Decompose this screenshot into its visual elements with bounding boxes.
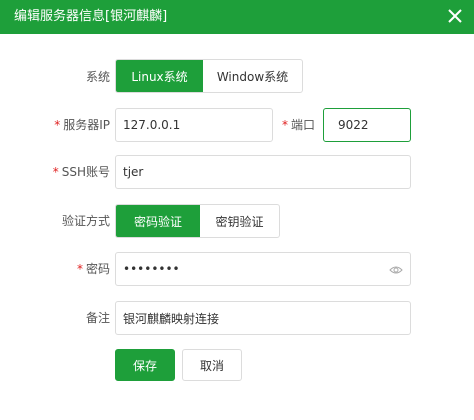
port-value: 9022 xyxy=(338,118,369,132)
eye-icon[interactable] xyxy=(389,264,403,274)
system-label-text: 系统 xyxy=(85,70,110,84)
save-button[interactable]: 保存 xyxy=(115,349,175,381)
auth-method-label: 验证方式 xyxy=(0,213,110,229)
server-ip-label-text: 服务器IP xyxy=(63,118,110,132)
required-mark: * xyxy=(54,118,61,132)
ssh-account-label: * SSH账号 xyxy=(0,164,110,180)
port-label-text: 端口 xyxy=(290,118,315,132)
system-selector: Linux系统 Window系统 xyxy=(115,59,303,93)
auth-option-password[interactable]: 密码验证 xyxy=(116,205,200,237)
ssh-account-value: tjer xyxy=(123,165,144,179)
required-mark: * xyxy=(52,165,59,179)
ssh-account-input[interactable]: tjer xyxy=(115,155,411,189)
password-label: * 密码 xyxy=(0,261,110,277)
port-input[interactable]: 9022 xyxy=(323,108,411,142)
note-label-text: 备注 xyxy=(85,311,110,325)
required-mark: * xyxy=(281,118,288,132)
required-mark: * xyxy=(76,262,83,276)
note-value: 银河麒麟映射连接 xyxy=(123,311,220,326)
system-label: 系统 xyxy=(0,69,110,85)
password-value: •••••••• xyxy=(123,262,180,276)
system-option-linux[interactable]: Linux系统 xyxy=(116,60,203,92)
close-icon[interactable] xyxy=(446,7,464,25)
password-input[interactable]: •••••••• xyxy=(115,252,411,286)
note-input[interactable]: 银河麒麟映射连接 xyxy=(115,301,411,335)
system-option-windows[interactable]: Window系统 xyxy=(203,60,302,92)
dialog-titlebar: 编辑服务器信息[银河麒麟] xyxy=(0,0,474,34)
server-ip-label: * 服务器IP xyxy=(0,117,110,133)
auth-method-label-text: 验证方式 xyxy=(61,214,110,228)
port-label: * 端口 xyxy=(205,117,315,133)
auth-option-key[interactable]: 密钥验证 xyxy=(200,205,279,237)
note-label: 备注 xyxy=(0,310,110,326)
dialog-title: 编辑服务器信息[银河麒麟] xyxy=(14,9,168,24)
cancel-button[interactable]: 取消 xyxy=(182,349,242,381)
ssh-account-label-text: SSH账号 xyxy=(61,165,110,179)
password-label-text: 密码 xyxy=(85,262,110,276)
auth-method-selector: 密码验证 密钥验证 xyxy=(115,204,280,238)
